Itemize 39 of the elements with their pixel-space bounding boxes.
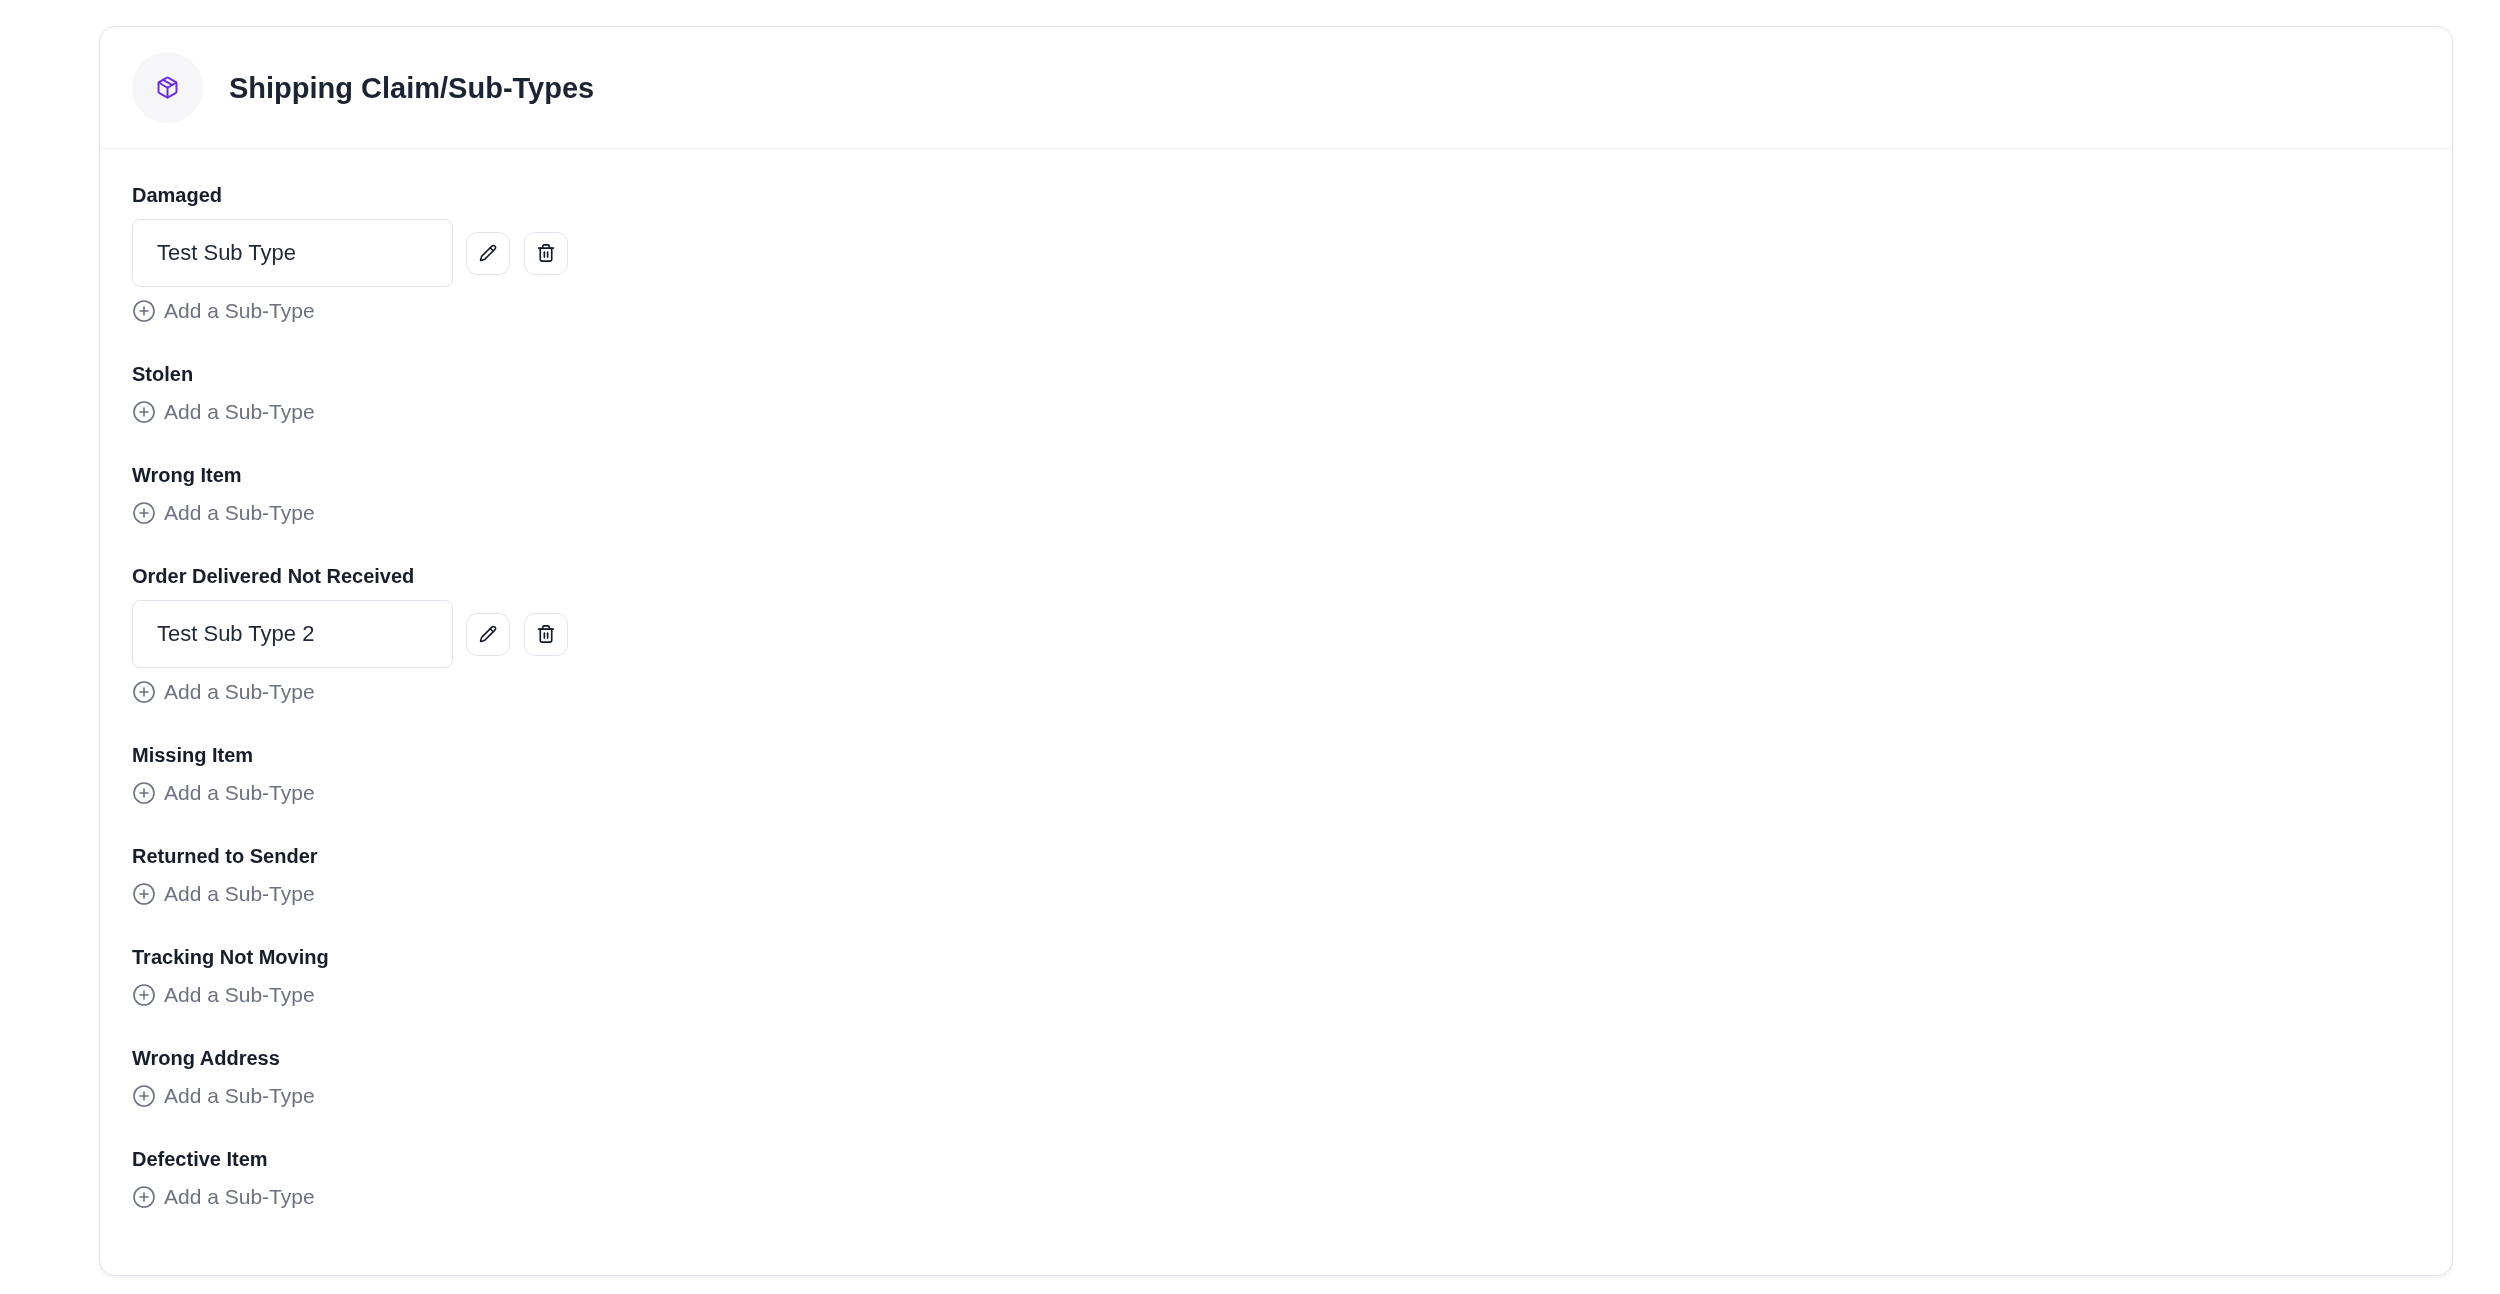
delete-button[interactable]: [524, 231, 568, 275]
claim-type-label: Stolen: [132, 362, 194, 387]
claim-type-label: Wrong Item: [132, 463, 242, 488]
add-sub-type-link[interactable]: Add a Sub-Type: [132, 297, 315, 325]
trash-icon: [537, 244, 555, 262]
claim-type-label: Defective Item: [132, 1147, 268, 1172]
add-sub-type-link[interactable]: Add a Sub-Type: [132, 398, 315, 426]
pencil-icon: [479, 244, 497, 262]
delete-button[interactable]: [524, 612, 568, 656]
box-icon: [132, 52, 203, 123]
claim-type-label: Returned to Sender: [132, 844, 318, 869]
edit-button[interactable]: [466, 612, 510, 656]
edit-button[interactable]: [466, 231, 510, 275]
claim-type-label: Damaged: [132, 183, 223, 208]
pencil-icon: [479, 625, 497, 643]
claim-type-label: Tracking Not Moving: [132, 945, 329, 970]
plus-circle-icon: [133, 1186, 155, 1208]
sub-type-field[interactable]: Test Sub Type: [132, 219, 453, 287]
trash-icon: [537, 625, 555, 643]
plus-circle-icon: [133, 502, 155, 524]
plus-circle-icon: [133, 401, 155, 423]
panel-title: Shipping Claim/Sub-Types: [229, 70, 595, 106]
plus-circle-icon: [133, 883, 155, 905]
plus-circle-icon: [133, 782, 155, 804]
add-sub-type-link[interactable]: Add a Sub-Type: [132, 678, 315, 706]
add-sub-type-link[interactable]: Add a Sub-Type: [132, 779, 315, 807]
add-sub-type-link[interactable]: Add a Sub-Type: [132, 499, 315, 527]
add-sub-type-link[interactable]: Add a Sub-Type: [132, 1183, 315, 1211]
claim-type-label: Order Delivered Not Received: [132, 564, 415, 589]
add-sub-type-link[interactable]: Add a Sub-Type: [132, 880, 315, 908]
claim-type-label: Wrong Address: [132, 1046, 280, 1071]
plus-circle-icon: [133, 681, 155, 703]
add-sub-type-link[interactable]: Add a Sub-Type: [132, 981, 315, 1009]
plus-circle-icon: [133, 1085, 155, 1107]
plus-circle-icon: [133, 300, 155, 322]
claim-type-label: Missing Item: [132, 743, 254, 768]
plus-circle-icon: [133, 984, 155, 1006]
add-sub-type-link[interactable]: Add a Sub-Type: [132, 1082, 315, 1110]
sub-type-field[interactable]: Test Sub Type 2: [132, 600, 453, 668]
